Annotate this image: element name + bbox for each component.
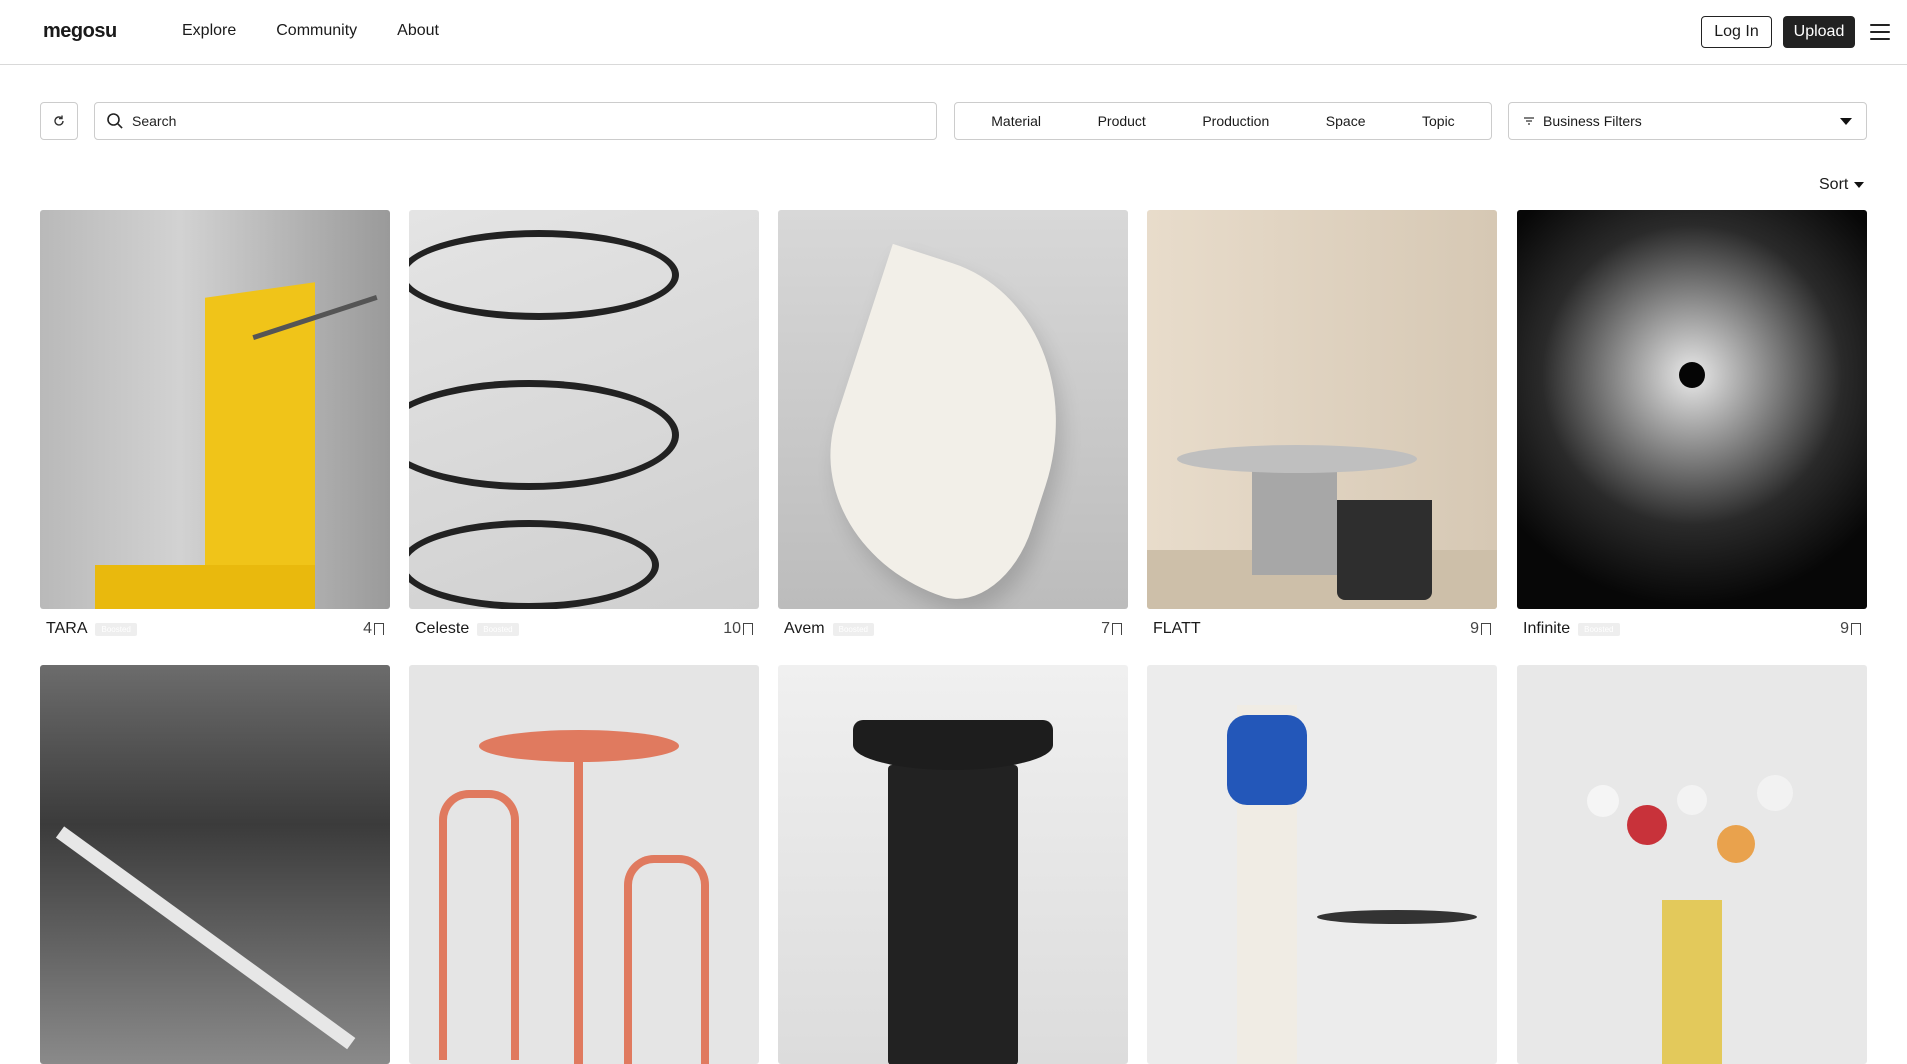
product-image[interactable] — [1517, 210, 1867, 609]
product-image[interactable] — [1147, 665, 1497, 1064]
boosted-badge: Boosted — [95, 622, 137, 636]
search-icon — [107, 113, 123, 129]
save-count-value: 7 — [1101, 620, 1110, 637]
product-image[interactable] — [778, 210, 1128, 609]
save-count-value: 9 — [1840, 620, 1849, 637]
category-topic[interactable]: Topic — [1422, 113, 1455, 129]
save-count-value: 9 — [1470, 620, 1479, 637]
nav-community[interactable]: Community — [276, 22, 357, 40]
product-image[interactable] — [40, 210, 390, 609]
bookmark-icon — [1851, 623, 1861, 636]
product-image[interactable] — [409, 210, 759, 609]
save-count-value: 4 — [363, 620, 372, 637]
sort-label: Sort — [1819, 176, 1849, 193]
product-card[interactable] — [778, 665, 1128, 1064]
category-material[interactable]: Material — [991, 113, 1041, 129]
save-count[interactable]: 4 — [363, 620, 384, 638]
product-title[interactable]: Celeste — [415, 620, 469, 638]
upload-button[interactable]: Upload — [1783, 16, 1855, 48]
product-image[interactable] — [1517, 665, 1867, 1064]
product-card[interactable]: FLATT 9 — [1147, 210, 1497, 649]
site-logo[interactable]: megosu — [43, 20, 117, 43]
bookmark-icon — [1481, 623, 1491, 636]
business-filters-dropdown[interactable]: Business Filters — [1508, 102, 1867, 140]
product-card[interactable] — [40, 665, 390, 1064]
reset-filters-button[interactable] — [40, 102, 78, 140]
filter-icon — [1524, 117, 1534, 125]
top-navbar: megosu Explore Community About Log In Up… — [0, 0, 1907, 65]
product-image[interactable] — [778, 665, 1128, 1064]
product-image[interactable] — [409, 665, 759, 1064]
product-card[interactable]: Infinite Boosted 9 — [1517, 210, 1867, 649]
business-filters-label: Business Filters — [1543, 113, 1642, 129]
caret-down-icon — [1854, 182, 1865, 188]
product-card[interactable] — [409, 665, 759, 1064]
product-image[interactable] — [40, 665, 390, 1064]
product-card[interactable] — [1147, 665, 1497, 1064]
sort-dropdown[interactable]: Sort — [1819, 176, 1865, 194]
product-image[interactable] — [1147, 210, 1497, 609]
category-space[interactable]: Space — [1326, 113, 1366, 129]
boosted-badge: Boosted — [477, 622, 519, 636]
product-card[interactable]: TARA Boosted 4 — [40, 210, 390, 649]
bookmark-icon — [1112, 623, 1122, 636]
save-count-value: 10 — [723, 620, 741, 637]
category-product[interactable]: Product — [1098, 113, 1146, 129]
hamburger-menu-icon[interactable] — [1870, 24, 1890, 40]
bookmark-icon — [743, 623, 753, 636]
category-filter-group: Material Product Production Space Topic — [954, 102, 1492, 140]
save-count[interactable]: 10 — [723, 620, 753, 638]
nav-explore[interactable]: Explore — [182, 22, 236, 40]
product-title[interactable]: Avem — [784, 620, 825, 638]
product-card[interactable] — [1517, 665, 1867, 1064]
refresh-icon — [54, 115, 64, 126]
login-button[interactable]: Log In — [1701, 16, 1772, 48]
product-title[interactable]: TARA — [46, 620, 87, 638]
search-input[interactable] — [132, 113, 912, 129]
save-count[interactable]: 7 — [1101, 620, 1122, 638]
search-bar — [94, 102, 937, 140]
product-card[interactable]: Celeste Boosted 10 — [409, 210, 759, 649]
category-production[interactable]: Production — [1202, 113, 1269, 129]
chevron-down-icon — [1840, 117, 1852, 125]
boosted-badge: Boosted — [1578, 622, 1620, 636]
product-title[interactable]: FLATT — [1153, 620, 1201, 638]
bookmark-icon — [374, 623, 384, 636]
product-title[interactable]: Infinite — [1523, 620, 1570, 638]
nav-about[interactable]: About — [397, 22, 439, 40]
boosted-badge: Boosted — [832, 622, 874, 636]
product-card[interactable]: Avem Boosted 7 — [778, 210, 1128, 649]
save-count[interactable]: 9 — [1840, 620, 1861, 638]
main-nav: Explore Community About — [182, 22, 439, 40]
save-count[interactable]: 9 — [1470, 620, 1491, 638]
